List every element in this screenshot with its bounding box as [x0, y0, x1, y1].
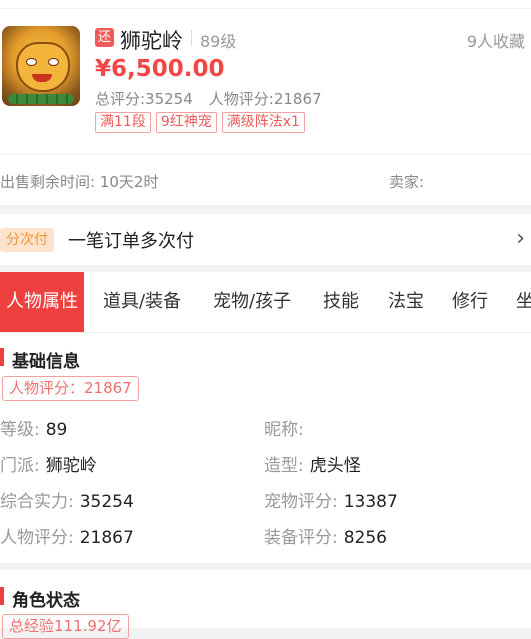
favorites-count[interactable]: 9人收藏 [467, 28, 525, 52]
char-score-tag: 人物评分：21867 [2, 376, 139, 401]
field-value: 89 [45, 420, 68, 440]
eye-right [48, 58, 59, 66]
mouth [32, 74, 52, 82]
chevron-right-icon: › [516, 226, 525, 251]
field-label: 装备评分: [264, 528, 338, 548]
char-score: 人物评分:21867 [208, 90, 322, 108]
tab-bar: 人物属性 道具/装备 宠物/孩子 技能 法宝 修行 坐 [0, 272, 531, 333]
price: ¥6,500.00 [95, 56, 225, 82]
section-title: 基础信息 [0, 347, 80, 372]
listing-card: 还 狮驼岭 89级 9人收藏 ¥6,500.00 总评分:35254 人物评分:2… [0, 0, 531, 205]
character-school: 狮驼岭 [120, 29, 183, 53]
field-value: 35254 [79, 492, 134, 512]
tab-items-equipment[interactable]: 道具/装备 [103, 272, 181, 332]
character-level: 89级 [200, 32, 237, 51]
field-value: 13387 [343, 492, 398, 512]
field-pet-score: 宠物评分: 13387 [264, 487, 398, 512]
tab-cultivation[interactable]: 修行 [452, 272, 488, 332]
section-title: 角色状态 [0, 586, 80, 611]
field-label: 昵称: [264, 420, 304, 440]
feature-tag: 满11段 [95, 112, 151, 133]
field-school: 门派: 狮驼岭 [0, 451, 97, 476]
character-avatar[interactable] [2, 26, 80, 106]
installment-row[interactable]: 分次付 一笔订单多次付 › [0, 214, 531, 265]
field-label: 门派: [0, 456, 40, 476]
score-line: 总评分:35254 人物评分:21867 [95, 88, 322, 109]
field-overall-strength: 综合实力: 35254 [0, 487, 134, 512]
feature-tag: 9红神宠 [155, 112, 217, 133]
eye-left [26, 58, 37, 66]
tab-pets-children[interactable]: 宠物/孩子 [213, 272, 291, 332]
tab-mount[interactable]: 坐 [516, 272, 531, 332]
seller-label[interactable]: 卖家: [389, 171, 424, 192]
name-separator [191, 30, 192, 46]
field-equipment-score: 装备评分: 8256 [264, 523, 387, 548]
field-appearance: 造型: 虎头怪 [264, 451, 361, 476]
tab-treasures[interactable]: 法宝 [388, 272, 424, 332]
feature-tag: 满级阵法x1 [221, 112, 305, 133]
installment-pill: 分次付 [0, 228, 54, 252]
role-state-section: 角色状态 总经验111.92亿 [0, 570, 531, 639]
field-value: 21867 [79, 528, 134, 548]
field-label: 宠物评分: [264, 492, 338, 512]
total-exp-tag: 总经验111.92亿 [2, 614, 129, 639]
field-label: 造型: [264, 456, 304, 476]
bargain-badge: 还 [95, 28, 114, 47]
field-value: 8256 [343, 528, 387, 548]
section-title-text: 角色状态 [12, 591, 80, 611]
field-label: 人物评分: [0, 528, 74, 548]
card-divider [0, 154, 531, 155]
installment-text: 一笔订单多次付 [68, 231, 194, 252]
field-level: 等级: 89 [0, 415, 67, 440]
tab-skills[interactable]: 技能 [323, 272, 359, 332]
section-title-text: 基础信息 [12, 352, 80, 372]
field-label: 综合实力: [0, 492, 74, 512]
field-character-score: 人物评分: 21867 [0, 523, 134, 548]
basic-info-section: 基础信息 人物评分：21867 等级: 89 昵称: 门派: 狮驼岭 造型: 虎头怪 … [0, 333, 531, 563]
field-value: 虎头怪 [309, 456, 361, 476]
field-value: 狮驼岭 [45, 456, 97, 476]
tiger-face-icon [16, 42, 70, 92]
top-divider [0, 8, 531, 9]
field-nickname: 昵称: [264, 415, 310, 440]
tab-character-attributes[interactable]: 人物属性 [0, 272, 84, 332]
time-remaining: 出售剩余时间: 10天2时 [0, 173, 159, 191]
total-score: 总评分:35254 [95, 90, 193, 108]
field-label: 等级: [0, 420, 40, 440]
bead-necklace [8, 94, 74, 104]
feature-tags: 满11段 9红神宠 满级阵法x1 [95, 112, 305, 133]
